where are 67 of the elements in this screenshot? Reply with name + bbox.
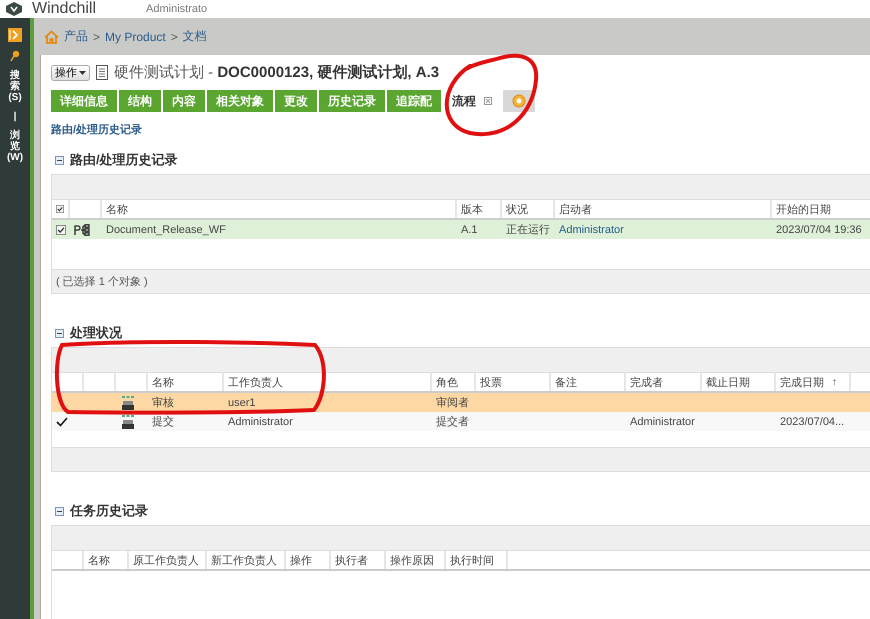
column-header[interactable]: 名称 — [102, 200, 457, 218]
breadcrumb-link[interactable]: 产品 — [64, 28, 88, 45]
table-cell-text: 正在运行 — [505, 223, 551, 238]
table-cell-text: 提交 — [151, 414, 175, 430]
tab-icon — [512, 94, 526, 108]
user-link[interactable]: Administrator — [555, 220, 772, 239]
table-row[interactable]: 审核 user1 审阅者 — [52, 393, 870, 412]
column-header[interactable]: 开始的日期 — [772, 200, 870, 218]
user-name[interactable]: Administrato — [146, 3, 208, 15]
panel-toggle-icon[interactable] — [8, 28, 22, 42]
app-logo: Windchill — [32, 0, 96, 18]
task-icon — [120, 414, 136, 430]
column-header[interactable]: 操作 — [286, 551, 331, 569]
table-row[interactable]: Document_Release_WF A.1 正在运行 Administrator 2023/07/04 19:36 — [52, 220, 870, 239]
collapse-icon[interactable] — [55, 328, 64, 338]
table-cell-text: 提交者 — [435, 414, 470, 430]
page-link[interactable]: 路由/处理历史记录 — [51, 122, 870, 137]
section-title: 处理状况 — [70, 324, 122, 342]
search-icon[interactable] — [10, 50, 20, 62]
workflow-icon — [74, 224, 90, 236]
table-cell-text: A.1 — [460, 222, 479, 238]
checkbox[interactable] — [56, 203, 64, 215]
column-header[interactable]: 备注 — [551, 373, 626, 391]
task-icon — [120, 394, 136, 410]
column-header[interactable]: 完成者 — [626, 373, 702, 391]
breadcrumb-separator: > — [170, 30, 178, 44]
table-cell-text: Administrator — [227, 414, 294, 430]
column-header[interactable]: 投票 — [476, 373, 551, 391]
column-header[interactable]: 新工作负责人 — [207, 551, 286, 569]
section-title: 任务历史记录 — [70, 502, 148, 520]
column-header[interactable]: 执行时间 — [446, 551, 508, 569]
document-icon — [96, 65, 108, 80]
table-cell-text: Document_Release_WF — [105, 222, 227, 238]
table-cell-text: 审核 — [151, 396, 175, 411]
caret-icon — [79, 70, 86, 74]
actions-button[interactable]: 操作 — [51, 64, 90, 80]
column-header[interactable]: 完成日期 ↑ — [776, 373, 851, 391]
document-title: 硬件测试计划 - DOC0000123, 硬件测试计划, A.3 — [114, 63, 440, 82]
column-header[interactable]: 工作负责人 — [224, 373, 432, 391]
column-header[interactable]: 操作原因 — [386, 551, 446, 569]
collapse-icon[interactable] — [55, 156, 64, 164]
close-icon[interactable] — [484, 97, 492, 105]
breadcrumb-link[interactable]: My Product — [105, 30, 166, 44]
column-header[interactable]: 执行者 — [331, 551, 386, 569]
breadcrumb-link[interactable]: 文档 — [182, 28, 207, 45]
column-header[interactable]: 角色 — [432, 373, 476, 391]
column-header[interactable]: 启动者 — [555, 200, 772, 218]
table-cell-text: 2023/07/04 19:36 — [775, 222, 863, 238]
sidebar-tab[interactable]: 搜索(S) — [6, 70, 24, 103]
column-header[interactable]: 名称 — [148, 373, 224, 391]
collapse-icon[interactable] — [55, 506, 64, 516]
column-header[interactable]: 状况 — [502, 200, 555, 218]
selection-count: ( 已选择 1 个对象 ) — [56, 275, 148, 289]
separator: | — [12, 111, 18, 122]
sidebar-tab[interactable]: 浏览(W) — [6, 130, 24, 163]
table-row[interactable]: 提交 Administrator 提交者 Administrator 2023/07/04... — [52, 412, 870, 431]
breadcrumb-separator: > — [93, 30, 100, 44]
checkbox[interactable] — [56, 224, 66, 236]
table-cell-text: 2023/07/04... — [779, 414, 846, 430]
column-header[interactable]: 截止日期 — [702, 373, 776, 391]
column-header[interactable]: 原工作负责人 — [129, 551, 207, 569]
column-header[interactable]: 名称 — [84, 551, 129, 569]
table-cell-text: Administrator — [629, 414, 696, 430]
table-cell-text: user1 — [227, 396, 257, 410]
column-header[interactable]: 版本 — [457, 200, 502, 218]
section-title: 路由/处理历史记录 — [70, 151, 178, 169]
table-cell-text: 审阅者 — [435, 396, 470, 411]
